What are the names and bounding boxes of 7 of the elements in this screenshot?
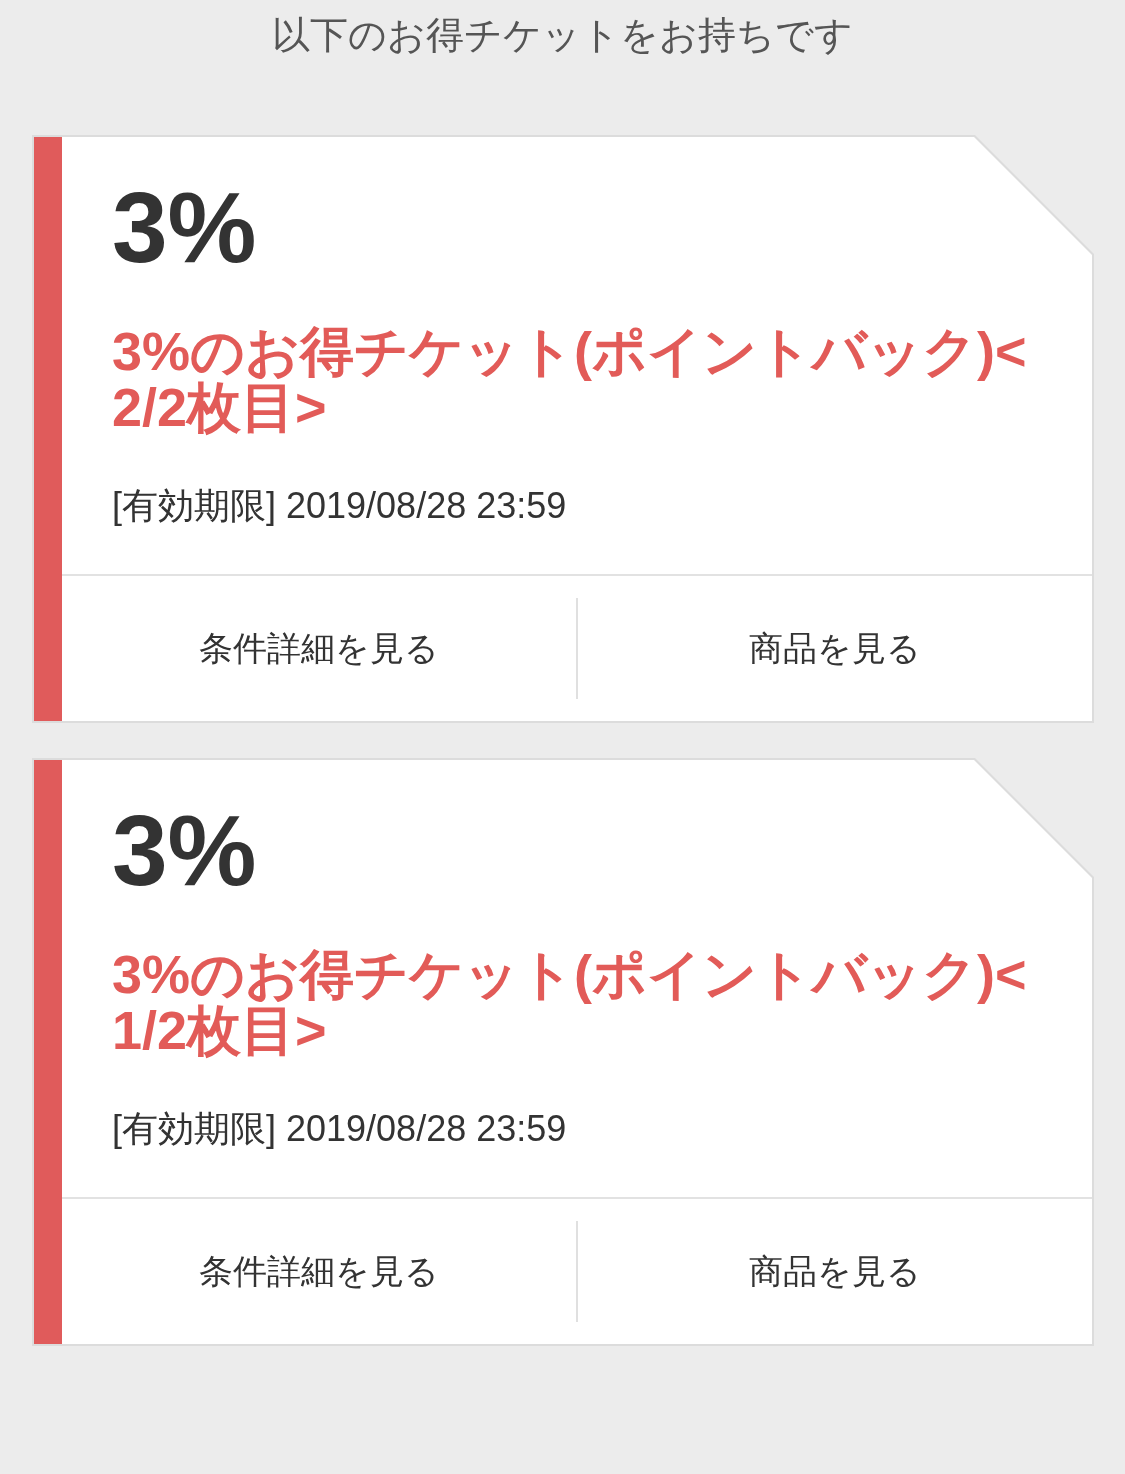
discount-rate: 3%	[112, 177, 257, 277]
ticket-title: 3%のお得チケット(ポイントバック)<1/2枚目>	[112, 946, 1028, 1058]
discount-rate: 3%	[112, 800, 257, 900]
ticket-title: 3%のお得チケット(ポイントバック)<2/2枚目>	[112, 323, 1028, 435]
page-heading: 以下のお得チケットをお持ちです	[271, 13, 854, 58]
expiry-date: [有効期限] 2019/08/28 23:59	[112, 1108, 567, 1150]
expiry-date: [有効期限] 2019/08/28 23:59	[112, 485, 567, 527]
